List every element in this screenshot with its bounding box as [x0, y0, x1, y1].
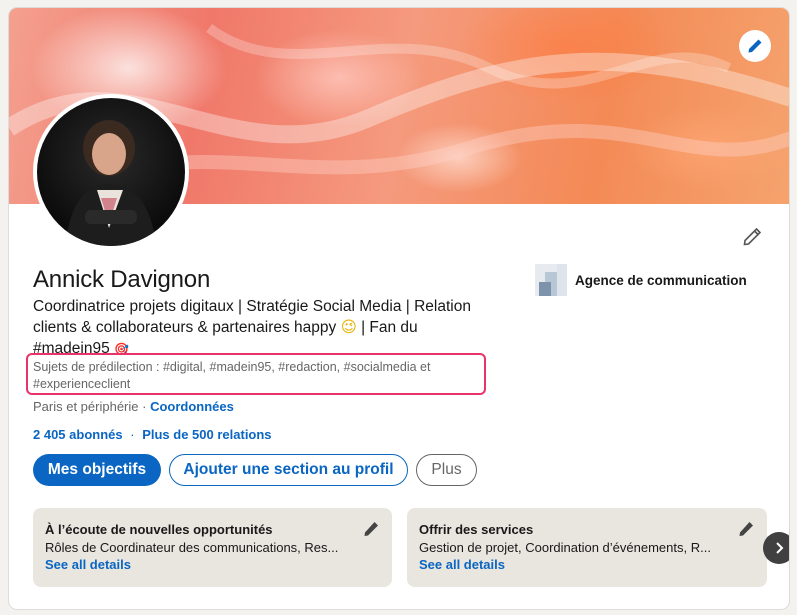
- headline-line-2-end: | Fan du: [356, 319, 418, 336]
- edit-banner-button[interactable]: [739, 30, 771, 62]
- company-logo-icon: [535, 264, 567, 296]
- wink-emoji-icon: 😉: [340, 319, 357, 336]
- followers-link[interactable]: 2 405 abonnés: [33, 427, 123, 442]
- company-name: Agence de communication: [575, 272, 747, 288]
- edit-profile-button[interactable]: [739, 224, 765, 250]
- avatar-photo: [37, 98, 185, 246]
- chevron-right-icon: [776, 542, 784, 554]
- pencil-icon: [743, 227, 762, 246]
- providing-services-card: Offrir des services Gestion de projet, C…: [407, 508, 767, 587]
- topics-line-2: #experienceclient: [33, 377, 131, 391]
- connections-link[interactable]: Plus de 500 relations: [142, 427, 271, 442]
- open-to-work-card: À l’écoute de nouvelles opportunités Rôl…: [33, 508, 392, 587]
- location-separator: ·: [138, 399, 151, 414]
- card-description: Gestion de projet, Coordination d’événem…: [419, 540, 711, 555]
- profile-location: Paris et périphérie: [33, 399, 139, 414]
- card-title: À l’écoute de nouvelles opportunités: [45, 522, 273, 537]
- current-company[interactable]: Agence de communication: [535, 264, 747, 296]
- see-all-details-link[interactable]: See all details: [45, 556, 380, 574]
- profile-topics: Sujets de prédilection : #digital, #made…: [33, 359, 483, 393]
- headline-line-2: clients & collaborateurs & partenaires h…: [33, 319, 341, 336]
- open-to-button[interactable]: Mes objectifs: [33, 454, 161, 486]
- profile-location-row: Paris et périphérie · Coordonnées: [33, 399, 234, 414]
- contact-info-link[interactable]: Coordonnées: [150, 399, 234, 414]
- more-button[interactable]: Plus: [416, 454, 477, 486]
- profile-headline: Coordinatrice projets digitaux | Stratég…: [33, 296, 503, 360]
- profile-avatar[interactable]: [33, 94, 189, 250]
- headline-line-1: Coordinatrice projets digitaux | Stratég…: [33, 298, 471, 315]
- profile-stats: 2 405 abonnés · Plus de 500 relations: [33, 427, 272, 442]
- topics-line-1: Sujets de prédilection : #digital, #made…: [33, 360, 431, 374]
- pencil-icon: [739, 522, 753, 536]
- profile-card: Annick Davignon Coordinatrice projets di…: [8, 7, 790, 610]
- card-title: Offrir des services: [419, 522, 534, 537]
- add-profile-section-button[interactable]: Ajouter une section au profil: [169, 454, 408, 486]
- stats-separator: ·: [130, 427, 135, 442]
- edit-card-button[interactable]: [737, 520, 755, 538]
- carousel-next-button[interactable]: [763, 532, 789, 564]
- card-description: Rôles de Coordinateur des communications…: [45, 540, 339, 555]
- see-all-details-link[interactable]: See all details: [419, 556, 755, 574]
- person-silhouette: [65, 120, 157, 246]
- pencil-icon: [364, 522, 378, 536]
- profile-name: Annick Davignon: [33, 266, 211, 293]
- pencil-icon: [748, 39, 762, 53]
- edit-card-button[interactable]: [362, 520, 380, 538]
